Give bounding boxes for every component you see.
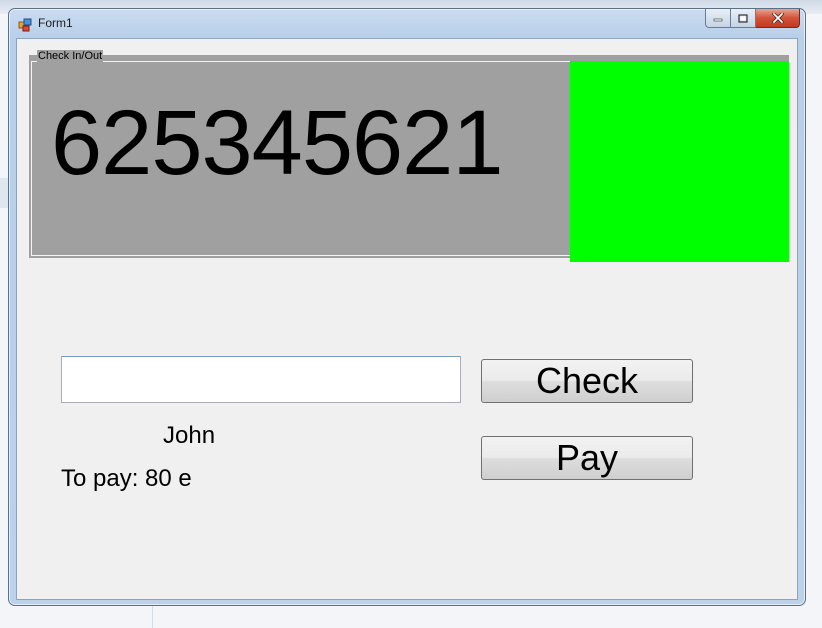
amount-to-pay-label: To pay: 80 e (61, 465, 192, 492)
pay-button[interactable]: Pay (481, 436, 693, 480)
window-title: Form1 (38, 16, 73, 30)
caption-buttons (705, 9, 800, 29)
maximize-icon (738, 13, 748, 23)
minimize-icon (713, 18, 723, 22)
groupbox-label: Check In/Out (37, 50, 104, 62)
close-icon (771, 13, 784, 23)
title-bar[interactable]: Form1 (9, 9, 805, 39)
app-form-icon[interactable] (18, 17, 32, 32)
form-client-area: Check In/Out 625345621 Check Pay John To… (16, 38, 798, 600)
form1-window: Form1 Check In/Out 625345621 Check Pay J… (8, 8, 806, 606)
maximize-button[interactable] (731, 9, 756, 28)
status-indicator-panel (570, 61, 789, 262)
check-in-out-groupbox: Check In/Out 625345621 (29, 50, 789, 262)
desktop-background-line (152, 606, 153, 628)
customer-name-label: John (163, 422, 216, 449)
close-button[interactable] (756, 9, 800, 28)
id-number-display: 625345621 (51, 92, 503, 194)
id-input-field[interactable] (61, 356, 461, 403)
check-button[interactable]: Check (481, 359, 693, 403)
minimize-button[interactable] (705, 9, 731, 28)
